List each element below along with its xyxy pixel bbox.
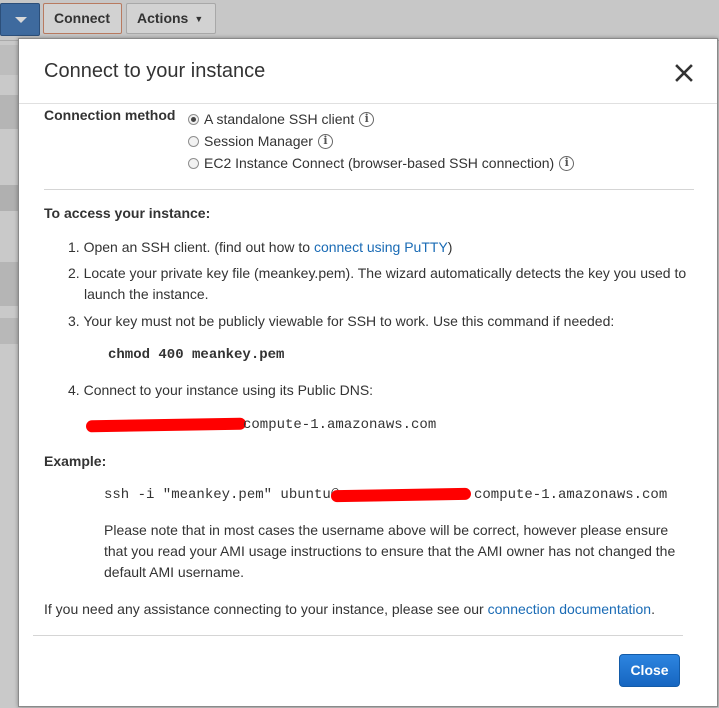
info-icon[interactable]: i — [559, 155, 575, 171]
section-divider — [44, 189, 694, 190]
close-button[interactable]: Close — [619, 654, 680, 687]
dialog-header: Connect to your instance — [19, 39, 717, 104]
step-1-text: Open an SSH client. (find out how to — [83, 239, 314, 255]
caret-down-icon: ▼ — [194, 13, 204, 24]
step-2-text-line1: Locate your private key file (meankey.pe… — [83, 265, 687, 281]
background-selected-row — [0, 185, 20, 211]
access-heading: To access your instance: — [44, 205, 211, 221]
method-session-manager-label: Session Manager — [204, 133, 313, 149]
example-command-prefix: ssh -i "meankey.pem" ubuntu@ — [104, 487, 340, 503]
background-filter-strip — [0, 45, 20, 75]
public-dns: compute-1.amazonaws.com — [243, 417, 437, 433]
method-session-manager-option[interactable]: Session Manager i — [188, 130, 333, 152]
chmod-command: chmod 400 meankey.pem — [108, 347, 285, 363]
info-icon[interactable]: i — [317, 133, 333, 149]
note-line-3: default AMI username. — [104, 564, 245, 580]
dialog-title: Connect to your instance — [44, 60, 266, 82]
background-tab-strip — [0, 318, 20, 344]
note-line-2: that you read your AMI usage instruction… — [104, 543, 676, 559]
connect-button[interactable]: Connect — [43, 3, 122, 34]
putty-link[interactable]: connect using PuTTY — [314, 239, 448, 255]
radio-ssh-client[interactable] — [188, 113, 199, 125]
step-2-text-line2: launch the instance. — [84, 286, 209, 302]
actions-button[interactable]: Actions ▼ — [126, 3, 216, 34]
radio-session-manager[interactable] — [188, 135, 199, 147]
step-2: 2. Locate your private key file (meankey… — [68, 265, 687, 281]
connect-instance-dialog: Connect to your instance Connection meth… — [18, 38, 718, 707]
method-ssh-client-label: A standalone SSH client — [204, 111, 355, 127]
launch-dropdown-button[interactable] — [0, 3, 40, 36]
connection-documentation-link[interactable]: connection documentation — [488, 601, 651, 617]
assistance-text: If you need any assistance connecting to… — [44, 601, 655, 617]
method-instance-connect-label: EC2 Instance Connect (browser-based SSH … — [204, 155, 555, 171]
redaction-mark — [85, 417, 247, 433]
radio-instance-connect[interactable] — [188, 157, 199, 169]
step-4: 4. Connect to your instance using its Pu… — [68, 382, 374, 398]
note-line-1: Please note that in most cases the usern… — [104, 522, 669, 538]
info-icon[interactable]: i — [359, 111, 375, 127]
method-ssh-client-option[interactable]: A standalone SSH client i — [188, 108, 375, 130]
example-command-suffix: compute-1.amazonaws.com — [474, 487, 668, 503]
background-detail-header — [0, 262, 20, 306]
background-table-header — [0, 95, 20, 129]
close-icon[interactable] — [672, 61, 696, 85]
step-3-text: Your key must not be publicly viewable f… — [83, 313, 615, 329]
step-4-text: Connect to your instance using its Publi… — [83, 382, 374, 398]
step-1: 1. Open an SSH client. (find out how to … — [68, 239, 453, 255]
redaction-mark — [330, 487, 472, 503]
connection-method-label: Connection method — [44, 107, 176, 123]
method-instance-connect-option[interactable]: EC2 Instance Connect (browser-based SSH … — [188, 152, 575, 174]
example-heading: Example: — [44, 453, 107, 469]
chevron-down-icon — [15, 17, 27, 23]
footer-divider — [33, 635, 683, 636]
step-3: 3. Your key must not be publicly viewabl… — [68, 313, 615, 329]
